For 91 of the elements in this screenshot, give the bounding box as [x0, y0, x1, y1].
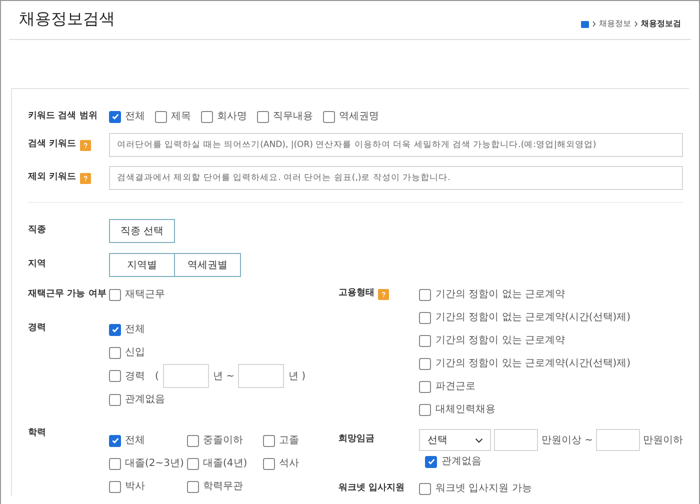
checkbox[interactable]: [109, 370, 121, 382]
checkbox[interactable]: [109, 394, 121, 406]
checkbox-label: 전체: [125, 434, 145, 448]
checkbox[interactable]: [187, 458, 199, 470]
years-input[interactable]: [238, 364, 284, 388]
unit-text: 년 ): [288, 370, 306, 384]
page-title: 채용정보검색: [19, 8, 115, 30]
checkbox[interactable]: [419, 380, 432, 392]
checkbox[interactable]: [419, 312, 432, 324]
checkbox[interactable]: [419, 358, 432, 370]
unit-text: 만원이상 ~: [541, 434, 593, 448]
check-icon: [110, 112, 120, 121]
check-icon: [110, 325, 120, 334]
field-label: 희망임금: [338, 433, 374, 446]
checkbox-label: 기간의 정함이 있는 근로계약(시간(선택)제): [435, 357, 631, 371]
field-label: 검색 키워드: [28, 138, 76, 152]
wage-input[interactable]: [596, 429, 640, 451]
checkbox-label: 전체: [125, 110, 145, 124]
years-input[interactable]: [162, 364, 209, 388]
checkbox[interactable]: [201, 110, 213, 122]
checkbox[interactable]: [419, 404, 432, 416]
checkbox[interactable]: [323, 110, 335, 122]
checkbox-label: 워크넷 입사지원 가능: [435, 482, 532, 496]
field-label: 재택근무 가능 여부: [28, 288, 106, 301]
region-tab[interactable]: 역세권별: [175, 253, 241, 277]
checkbox[interactable]: [109, 434, 121, 446]
checkbox[interactable]: [109, 480, 121, 492]
field-label: 키워드 검색 범위: [28, 110, 98, 123]
checkbox-label: 회사명: [217, 110, 247, 124]
check-icon: [110, 436, 120, 445]
checkbox-label: 직무내용: [273, 110, 313, 124]
help-icon[interactable]: [80, 172, 92, 184]
checkbox-label: 기간의 정함이 없는 근로계약(시간(선택)제): [435, 311, 631, 325]
check-icon: [426, 457, 436, 466]
checkbox-label: 석사: [279, 457, 299, 471]
checkbox-label: 경력: [125, 370, 145, 384]
chevron-icon: [592, 21, 596, 27]
wage-select[interactable]: 선택: [419, 429, 492, 451]
field-label: 학력: [28, 427, 46, 440]
checkbox-label: 전체: [125, 323, 145, 337]
field-label: 지역: [28, 258, 46, 272]
keyword-input[interactable]: 검색결과에서 제외할 단어를 입력하세요. 여러 단어는 쉼표(,)로 작성이 가능합니다.: [109, 166, 683, 190]
checkbox[interactable]: [257, 110, 269, 122]
paren-text: (: [155, 370, 159, 384]
help-icon[interactable]: [80, 140, 92, 150]
checkbox-label: 재택근무: [125, 288, 165, 302]
unit-text: 년 ~: [212, 370, 234, 384]
job-select-button[interactable]: 직종 선택: [109, 219, 175, 243]
checkbox[interactable]: [419, 334, 432, 346]
checkbox-label: 신입: [125, 346, 145, 360]
checkbox-label: 대졸(2~3년): [125, 457, 184, 471]
breadcrumb-link[interactable]: 채용정보검: [641, 18, 681, 30]
checkbox[interactable]: [109, 110, 121, 122]
checkbox[interactable]: [263, 458, 275, 470]
field-label: 제외 키워드: [28, 171, 76, 184]
checkbox-label: 파견근로: [435, 380, 476, 394]
checkbox[interactable]: [187, 480, 199, 492]
wage-input[interactable]: [494, 429, 538, 451]
checkbox[interactable]: [109, 288, 121, 300]
region-tab[interactable]: 지역별: [109, 253, 175, 277]
checkbox-label: 학력무관: [203, 480, 243, 494]
checkbox[interactable]: [263, 434, 275, 446]
checkbox-label: 제목: [171, 110, 191, 124]
checkbox[interactable]: [109, 458, 121, 470]
field-label: 직종: [28, 224, 46, 238]
checkbox-label: 관계없음: [441, 455, 482, 469]
chevron-icon: [634, 21, 638, 27]
checkbox[interactable]: [419, 288, 432, 300]
checkbox-label: 기간의 정함이 없는 근로계약: [435, 288, 565, 302]
checkbox[interactable]: [419, 482, 432, 494]
checkbox[interactable]: [187, 434, 199, 446]
checkbox-label: 고졸: [279, 434, 299, 448]
checkbox-label: 관계없음: [125, 393, 165, 407]
keyword-input[interactable]: 여러단어를 입력하실 때는 띄어쓰기(AND), |(OR) 연산자를 이용하여 더욱 세밀하게 검색 가능합니다.(예:영업|해외영업): [109, 133, 683, 157]
unit-text: 만원이하: [643, 434, 683, 448]
checkbox-label: 대졸(4년): [203, 457, 248, 471]
checkbox[interactable]: [155, 110, 167, 122]
checkbox-label: 박사: [125, 480, 145, 494]
checkbox[interactable]: [109, 324, 121, 336]
field-label: 경력: [28, 322, 46, 336]
checkbox-label: 역세권명: [339, 110, 379, 124]
field-label: 고용형태: [338, 287, 374, 300]
caret-icon: [475, 438, 484, 442]
checkbox-label: 중졸이하: [203, 434, 243, 448]
checkbox-label: 기간의 정함이 있는 근로계약: [435, 334, 565, 348]
checkbox-label: 대체인력채용: [435, 403, 496, 417]
help-icon[interactable]: [378, 288, 390, 300]
breadcrumb-link[interactable]: 채용정보: [599, 18, 631, 30]
checkbox[interactable]: [109, 346, 121, 358]
checkbox[interactable]: [425, 456, 438, 468]
field-label: 워크넷 입사지원: [338, 482, 405, 495]
